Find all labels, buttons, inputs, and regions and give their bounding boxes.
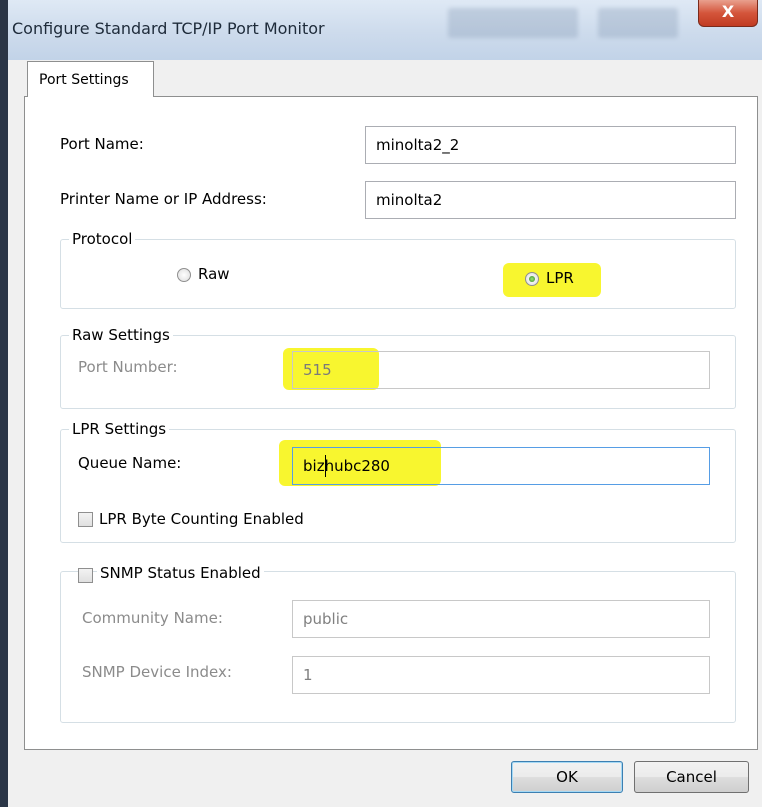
lpr-byte-counting-label[interactable]: LPR Byte Counting Enabled bbox=[99, 510, 304, 528]
raw-settings-title: Raw Settings bbox=[69, 326, 173, 344]
close-button[interactable]: X bbox=[698, 0, 758, 27]
queue-name-label: Queue Name: bbox=[78, 454, 182, 472]
port-monitor-dialog: Configure Standard TCP/IP Port Monitor X… bbox=[8, 0, 762, 807]
tab-port-settings[interactable]: Port Settings bbox=[27, 61, 154, 97]
radio-lpr-label[interactable]: LPR bbox=[546, 269, 574, 287]
ok-button[interactable]: OK bbox=[511, 761, 623, 793]
community-name-field[interactable]: public bbox=[292, 600, 710, 638]
port-settings-panel: Port Name: minolta2_2 Printer Name or IP… bbox=[24, 96, 758, 750]
title-bar[interactable]: Configure Standard TCP/IP Port Monitor X bbox=[8, 0, 762, 60]
snmp-device-index-field[interactable]: 1 bbox=[292, 656, 710, 694]
window-title: Configure Standard TCP/IP Port Monitor bbox=[12, 19, 325, 38]
snmp-group bbox=[60, 571, 736, 723]
text-cursor bbox=[325, 455, 326, 477]
community-name-label: Community Name: bbox=[82, 609, 223, 627]
tab-label: Port Settings bbox=[39, 72, 129, 88]
background-window-ghost bbox=[448, 8, 578, 38]
snmp-status-label[interactable]: SNMP Status Enabled bbox=[97, 564, 264, 582]
cancel-button[interactable]: Cancel bbox=[634, 761, 749, 793]
protocol-group-title: Protocol bbox=[69, 230, 136, 248]
lpr-settings-title: LPR Settings bbox=[69, 420, 170, 438]
port-name-field[interactable]: minolta2_2 bbox=[365, 126, 736, 164]
port-number-label: Port Number: bbox=[78, 358, 178, 376]
queue-name-field[interactable]: bizhubc280 bbox=[292, 447, 710, 485]
protocol-group bbox=[60, 239, 736, 309]
radio-raw[interactable] bbox=[177, 268, 191, 282]
background-window-ghost bbox=[598, 8, 678, 38]
radio-raw-label[interactable]: Raw bbox=[198, 265, 230, 283]
radio-lpr[interactable] bbox=[525, 272, 539, 286]
snmp-device-index-label: SNMP Device Index: bbox=[82, 663, 232, 681]
snmp-status-checkbox[interactable] bbox=[78, 568, 93, 583]
lpr-byte-counting-checkbox[interactable] bbox=[78, 512, 93, 527]
radio-selected-dot bbox=[529, 276, 535, 282]
background-window-edge bbox=[0, 0, 8, 807]
port-number-field[interactable]: 515 bbox=[292, 351, 710, 389]
port-name-label: Port Name: bbox=[60, 135, 144, 153]
printer-name-label: Printer Name or IP Address: bbox=[60, 190, 267, 208]
printer-name-field[interactable]: minolta2 bbox=[365, 181, 736, 219]
